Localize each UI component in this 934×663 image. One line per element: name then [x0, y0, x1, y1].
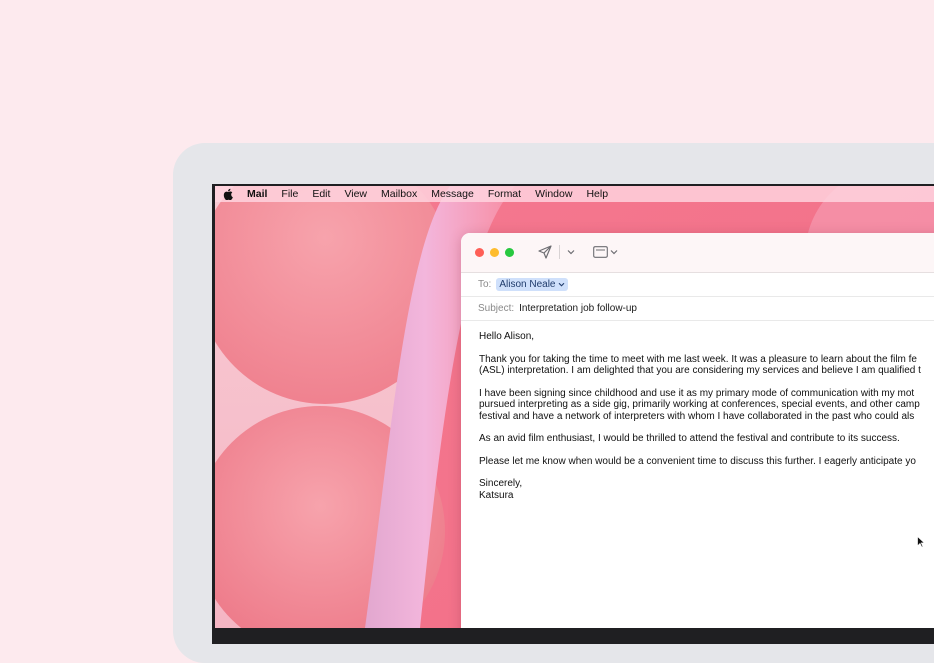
compose-window: To: Alison Neale Subject: Interpretation…	[461, 233, 934, 628]
message-body[interactable]: Hello Alison, Thank you for taking the t…	[479, 331, 934, 512]
send-icon[interactable]	[537, 243, 553, 261]
signature: Katsura	[479, 489, 514, 501]
closing: Sincerely,	[479, 478, 523, 489]
recipient-token[interactable]: Alison Neale	[496, 277, 568, 291]
paragraph-line: (ASL) interpretation. I am delighted tha…	[479, 365, 921, 376]
menu-format[interactable]: Format	[488, 188, 521, 200]
menu-window[interactable]: Window	[535, 188, 572, 200]
toolbar-divider	[559, 245, 560, 259]
close-button[interactable]	[475, 248, 484, 257]
paragraph: As an avid film enthusiast, I would be t…	[479, 433, 900, 444]
menu-app-name[interactable]: Mail	[247, 188, 267, 200]
paragraph-line: pursued interpreting as a side gig, prim…	[479, 399, 920, 410]
greeting: Hello Alison,	[479, 331, 535, 342]
minimize-button[interactable]	[490, 248, 499, 257]
to-label: To:	[478, 278, 492, 290]
subject-field[interactable]: Subject: Interpretation job follow-up	[461, 296, 934, 321]
paragraph-line: I have been signing since childhood and …	[479, 387, 915, 399]
format-bar-icon[interactable]	[592, 243, 608, 261]
signoff: Sincerely, Katsura	[479, 478, 934, 501]
zoom-button[interactable]	[505, 248, 514, 257]
menu-file[interactable]: File	[281, 188, 298, 200]
chevron-down-icon	[558, 282, 564, 287]
paragraph-line: Thank you for taking the time to meet wi…	[479, 353, 917, 365]
subject-value[interactable]: Interpretation job follow-up	[519, 303, 637, 314]
to-field[interactable]: To: Alison Neale	[461, 272, 934, 297]
menu-help[interactable]: Help	[586, 188, 608, 200]
apple-menu-icon[interactable]	[223, 188, 237, 200]
chevron-down-icon[interactable]	[609, 243, 619, 261]
paragraph: Thank you for taking the time to meet wi…	[479, 354, 934, 377]
mouse-pointer-icon	[917, 536, 925, 548]
paragraph-line: festival and have a network of interpret…	[479, 410, 915, 422]
menu-message[interactable]: Message	[431, 188, 474, 200]
menu-edit[interactable]: Edit	[312, 188, 330, 200]
recipient-name: Alison Neale	[499, 278, 556, 290]
desktop: Mail File Edit View Mailbox Message Form…	[215, 186, 934, 628]
subject-label: Subject:	[478, 302, 515, 314]
chevron-down-icon[interactable]	[566, 243, 576, 261]
menu-view[interactable]: View	[344, 188, 367, 200]
menu-mailbox[interactable]: Mailbox	[381, 188, 417, 200]
menu-bar: Mail File Edit View Mailbox Message Form…	[215, 186, 934, 202]
compose-toolbar	[461, 233, 934, 273]
paragraph: I have been signing since childhood and …	[479, 388, 934, 423]
paragraph: Please let me know when would be a conve…	[479, 455, 916, 467]
